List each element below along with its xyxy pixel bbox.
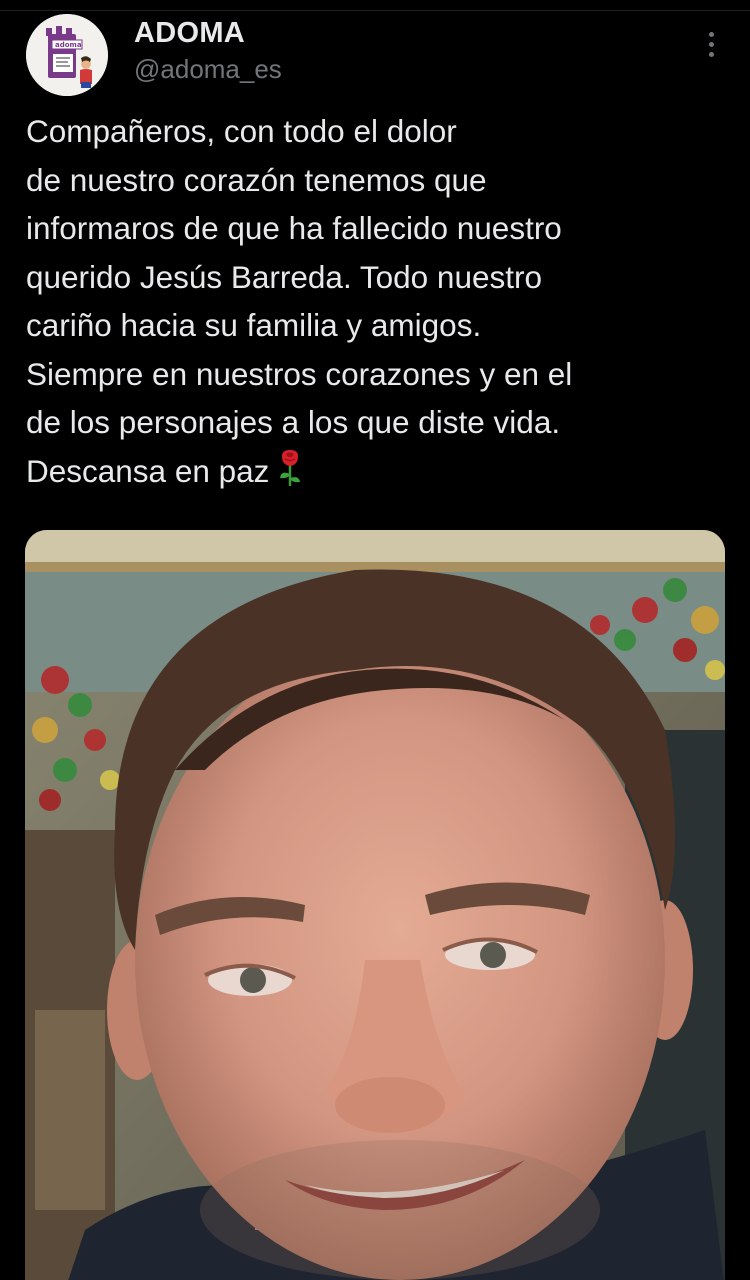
author-handle[interactable]: @adoma_es — [134, 52, 282, 86]
more-options-button[interactable] — [706, 32, 716, 62]
svg-text:adoma: adoma — [55, 41, 82, 49]
tweet-media-photo[interactable] — [25, 530, 725, 1280]
tweet-text-last-line: Descansa en paz — [26, 447, 726, 502]
rose-emoji-icon — [277, 448, 303, 502]
tweet-text-line: cariño hacia su familia y amigos. — [26, 307, 482, 343]
tweet-text-line: Descansa en paz — [26, 452, 270, 489]
tweet-text-line: querido Jesús Barreda. Todo nuestro — [26, 258, 542, 295]
tweet-text-line: de los personajes a los que diste vida. — [26, 404, 561, 440]
tweet-text: Compañeros, con todo el dolor de nuestro… — [26, 107, 726, 501]
author-avatar[interactable]: adoma — [26, 14, 108, 96]
more-vertical-icon — [706, 32, 716, 57]
tweet-text-line: informaros de que ha fallecido nuestro — [26, 210, 562, 246]
tweet-text-line: Siempre en nuestros corazones y en el — [26, 355, 573, 392]
tweet-header: adoma ADOMA @adoma_es — [26, 14, 726, 98]
tweet-text-line: Compañeros, con todo el dolor — [26, 113, 457, 149]
author-display-name[interactable]: ADOMA — [134, 16, 282, 50]
tweet-text-line: de nuestro corazón tenemos que — [26, 161, 487, 198]
top-divider — [0, 10, 750, 11]
author-names: ADOMA @adoma_es — [134, 16, 282, 86]
portrait-photo — [25, 530, 725, 1280]
adoma-logo-avatar-icon: adoma — [26, 14, 108, 96]
